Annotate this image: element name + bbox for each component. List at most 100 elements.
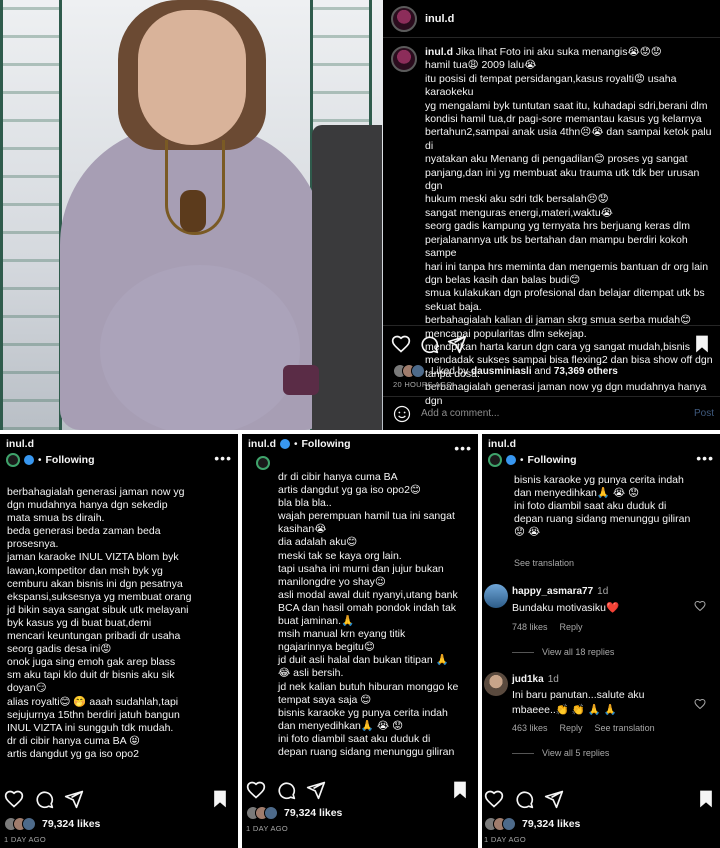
likes-count[interactable]: 79,324 likes bbox=[284, 807, 342, 819]
bookmark-icon[interactable] bbox=[692, 334, 712, 354]
more-icon[interactable]: ••• bbox=[214, 450, 232, 466]
caption-line: berbahagialah generasi jaman now yg bbox=[7, 486, 185, 498]
comment-icon[interactable] bbox=[34, 789, 54, 809]
caption-line: byk kasus yg di buat buat,demi bbox=[7, 616, 152, 629]
caption-line: asli modal awal duit nyanyi,utang bank bbox=[278, 588, 458, 601]
caption-avatar[interactable] bbox=[391, 46, 417, 72]
liked-by-user[interactable]: dausminiasli bbox=[471, 366, 532, 377]
likes-summary[interactable]: 79,324 likes bbox=[4, 817, 100, 831]
likes-summary[interactable]: Liked by dausminiasli and 73,369 others bbox=[393, 364, 618, 378]
caption-line: artis dangdut yg ga iso opo2 bbox=[7, 747, 139, 760]
caption-line: ini foto diambil saat aku duduk di bbox=[514, 500, 667, 513]
caption-line: bertahun2,sampai anak usia 4thn😣😭 dan sa… bbox=[425, 126, 715, 152]
avatar[interactable] bbox=[488, 453, 502, 467]
caption-username[interactable]: inul.d bbox=[425, 46, 453, 58]
liked-prefix: Liked by bbox=[431, 365, 469, 377]
likes-count[interactable]: 79,324 likes bbox=[522, 818, 580, 830]
comment-likes[interactable]: 748 likes bbox=[512, 622, 548, 632]
heart-icon[interactable] bbox=[694, 698, 706, 710]
see-translation[interactable]: See translation bbox=[514, 558, 574, 568]
comment-icon[interactable] bbox=[419, 334, 439, 354]
share-icon[interactable] bbox=[64, 789, 84, 809]
likes-summary[interactable]: 79,324 likes bbox=[246, 806, 342, 820]
post-username[interactable]: inul.d bbox=[425, 13, 454, 25]
comment-user[interactable]: happy_asmara77 1d bbox=[512, 586, 608, 597]
share-icon[interactable] bbox=[306, 780, 326, 800]
following-button[interactable]: Following bbox=[302, 438, 351, 450]
caption-line: kondisi hamil tua,dr pagi-sore memantau … bbox=[425, 113, 702, 126]
comment-user[interactable]: jud1ka 1d bbox=[512, 674, 559, 685]
liked-mid: and bbox=[534, 365, 552, 377]
share-icon[interactable] bbox=[447, 334, 467, 354]
likes-count[interactable]: 79,324 likes bbox=[42, 818, 100, 830]
screenshot-collage: inul.d inul.d Jika lihat Foto ini aku su… bbox=[0, 0, 720, 848]
caption-line: yg mengalami byk tuntutan saat itu, kuha… bbox=[425, 99, 708, 112]
panel1-username[interactable]: inul.d bbox=[6, 438, 232, 450]
post-photo bbox=[0, 0, 383, 430]
more-icon[interactable]: ••• bbox=[696, 450, 714, 466]
caption-line: seorg gadis desa ini😡 bbox=[7, 643, 112, 656]
caption-line: msih manual krn eyang titik bbox=[278, 628, 406, 641]
caption-line: dr di cibir hanya cuma BA 😝 bbox=[7, 734, 140, 747]
share-icon[interactable] bbox=[544, 789, 564, 809]
caption-line: hari ini tanpa hrs meminta dan mengemis … bbox=[425, 260, 709, 273]
bookmark-icon[interactable] bbox=[210, 789, 230, 809]
caption-line: meski tak se kaya org lain. bbox=[278, 549, 402, 562]
post-button[interactable]: Post bbox=[694, 408, 714, 419]
caption-line: INUL VIZTA ini sungguh tdk mudah. bbox=[7, 721, 174, 734]
see-translation[interactable]: See translation bbox=[595, 723, 655, 733]
caption-line: depan ruang sidang menunggu giliran bbox=[278, 745, 455, 758]
avatar[interactable] bbox=[256, 456, 270, 470]
avatar[interactable] bbox=[391, 5, 417, 32]
heart-icon[interactable] bbox=[246, 780, 266, 800]
view-replies[interactable]: View all 5 replies bbox=[512, 748, 609, 758]
caption-line: nyatakan aku Menang di pengadilan😊 prose… bbox=[425, 153, 688, 166]
caption-line: perjalanannya utk bs bertahan dan mampu … bbox=[425, 233, 691, 260]
bookmark-icon[interactable] bbox=[696, 789, 716, 809]
likes-count[interactable]: 73,369 others bbox=[554, 366, 618, 377]
following-button[interactable]: Following bbox=[528, 454, 577, 466]
comment-meta: 748 likes Reply bbox=[512, 622, 595, 632]
comment-bar: Add a comment... Post bbox=[383, 396, 720, 430]
likes-summary[interactable]: 79,324 likes bbox=[484, 817, 580, 831]
avatar[interactable] bbox=[6, 453, 20, 467]
caption-line: bla bla bla.. bbox=[278, 497, 332, 510]
caption-line: itu posisi di tempat persidangan,kasus r… bbox=[425, 72, 680, 99]
comment-icon[interactable] bbox=[276, 780, 296, 800]
post-time: 20 HOURS AGO bbox=[393, 380, 453, 389]
view-replies[interactable]: View all 18 replies bbox=[512, 647, 614, 657]
heart-icon[interactable] bbox=[694, 600, 706, 612]
comment-text-2: mbaeee..👏 👏 🙏 🙏 bbox=[512, 704, 617, 716]
more-icon[interactable]: ••• bbox=[454, 440, 472, 456]
heart-icon[interactable] bbox=[484, 789, 504, 809]
caption-line: ini foto diambil saat aku duduk di bbox=[278, 732, 431, 745]
caption-line: mencari keuntungan pribadi dr usaha bbox=[7, 630, 181, 643]
caption-line: inul.d Jika lihat Foto ini aku suka mena… bbox=[425, 46, 714, 59]
panel3-caption: bisnis karaoke yg punya cerita indah dan … bbox=[514, 474, 714, 539]
heart-icon[interactable] bbox=[391, 334, 411, 354]
commenter-avatar[interactable] bbox=[484, 584, 508, 608]
caption-line: bisnis karaoke yg punya cerita indah bbox=[514, 474, 684, 486]
action-bar bbox=[383, 325, 720, 361]
reply-button[interactable]: Reply bbox=[560, 723, 583, 733]
verified-icon bbox=[506, 455, 516, 465]
caption-line: dgn mudahnya hanya dgn sekedip bbox=[7, 499, 168, 512]
caption-line: dgn belas kasih dan balas budi😊 bbox=[425, 273, 581, 286]
heart-icon[interactable] bbox=[4, 789, 24, 809]
caption-line: mata smua bs diraih. bbox=[7, 512, 105, 525]
panel2-username[interactable]: inul.d bbox=[248, 438, 276, 450]
panel1-caption: berbahagialah generasi jaman now yg dgn m… bbox=[7, 486, 232, 761]
commenter-avatar[interactable] bbox=[484, 672, 508, 696]
panel2-caption: dr di cibir hanya cuma BA artis dangdut y… bbox=[278, 471, 472, 759]
caption-line: wajah perempuan hamil tua ini sangat bbox=[278, 510, 455, 523]
following-button[interactable]: Following bbox=[46, 454, 95, 466]
caption-line: sejujurnya 15thn berdiri jatuh bangun bbox=[7, 708, 180, 721]
comment-input[interactable]: Add a comment... bbox=[421, 408, 499, 419]
panel3-username[interactable]: inul.d bbox=[488, 438, 714, 450]
comment-likes[interactable]: 463 likes bbox=[512, 723, 548, 733]
reply-button[interactable]: Reply bbox=[560, 622, 583, 632]
bookmark-icon[interactable] bbox=[450, 780, 470, 800]
smiley-icon[interactable] bbox=[393, 405, 411, 423]
comment-icon[interactable] bbox=[514, 789, 534, 809]
caption-line: beda generasi beda zaman beda bbox=[7, 525, 161, 538]
